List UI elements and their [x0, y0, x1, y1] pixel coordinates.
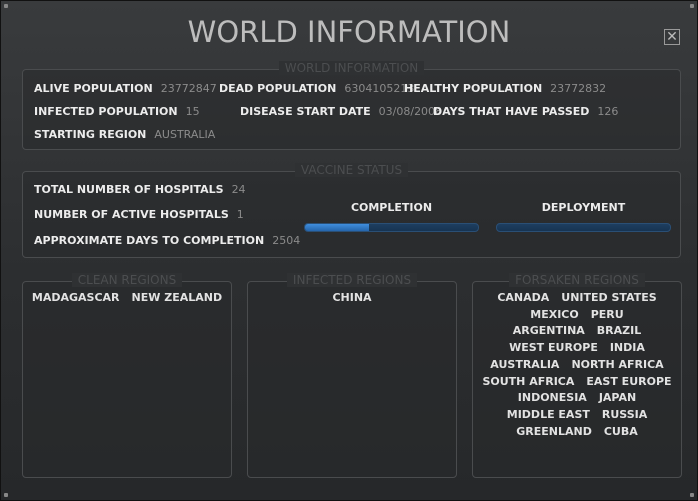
clean-regions-panel: CLEAN REGIONS MADAGASCAR NEW ZEALAND [22, 273, 232, 478]
region-name: PERU [590, 307, 624, 321]
region-name: WEST EUROPE [509, 341, 598, 355]
close-button[interactable]: ✕ [664, 29, 680, 45]
infected-regions-list: CHINA [248, 290, 456, 307]
region-line: ARGENTINA BRAZIL [473, 323, 681, 340]
active-hospitals: NUMBER OF ACTIVE HOSPITALS 1 [34, 208, 244, 222]
region-name: CHINA [332, 291, 372, 304]
forsaken-regions-legend: FORSAKEN REGIONS [473, 273, 681, 287]
infected-regions-panel: INFECTED REGIONS CHINA [247, 273, 457, 478]
window-corner [4, 4, 8, 8]
days-passed-label: DAYS THAT HAVE PASSED [433, 105, 590, 118]
region-line: AUSTRALIA NORTH AFRICA [473, 357, 681, 374]
region-name: INDONESIA [517, 391, 587, 405]
infected-population-label: INFECTED POPULATION [34, 105, 178, 118]
region-line: WEST EUROPE INDIA [473, 340, 681, 357]
days-to-completion-value: 2504 [272, 234, 301, 247]
infected-population-value: 15 [185, 105, 200, 118]
region-name: CANADA [497, 291, 550, 304]
days-passed-value: 126 [597, 105, 619, 118]
forsaken-regions-list: CANADA UNITED STATES MEXICO PERU ARGENTINA BR… [473, 290, 681, 440]
alive-population: ALIVE POPULATION 23772847 [34, 82, 217, 96]
region-line: MEXICO PERU [473, 307, 681, 324]
total-hospitals-label: TOTAL NUMBER OF HOSPITALS [34, 183, 224, 196]
deployment-progress-bar [496, 223, 671, 232]
healthy-population: HEALTHY POPULATION 23772832 [404, 82, 606, 96]
active-hospitals-value: 1 [236, 208, 244, 221]
region-name: MIDDLE EAST [506, 407, 590, 421]
region-name: NEW ZEALAND [131, 291, 223, 304]
region-name: GREENLAND [516, 424, 592, 438]
total-hospitals-value: 24 [231, 183, 246, 196]
infected-population: INFECTED POPULATION 15 [34, 105, 200, 119]
region-line: CHINA [248, 290, 456, 307]
world-information-legend: WORLD INFORMATION [23, 61, 680, 75]
region-line: CANADA UNITED STATES [473, 290, 681, 307]
close-icon: ✕ [666, 29, 678, 45]
region-name: INDIA [609, 341, 645, 355]
forsaken-regions-panel: FORSAKEN REGIONS CANADA UNITED STATES MEXI… [472, 273, 682, 478]
dead-population: DEAD POPULATION 6304105213 [219, 82, 414, 96]
disease-start-date-label: DISEASE START DATE [240, 105, 371, 118]
region-name: JAPAN [598, 391, 637, 405]
region-line: MIDDLE EAST RUSSIA [473, 407, 681, 424]
vaccine-status-panel: VACCINE STATUS TOTAL NUMBER OF HOSPITALS… [22, 163, 681, 258]
region-name: RUSSIA [601, 407, 648, 421]
region-name: EAST EUROPE [586, 374, 672, 388]
region-line: GREENLAND CUBA [473, 424, 681, 441]
days-passed: DAYS THAT HAVE PASSED 126 [433, 105, 618, 119]
window-corner [690, 4, 694, 8]
region-name: UNITED STATES [561, 291, 657, 304]
region-line: SOUTH AFRICA EAST EUROPE [473, 374, 681, 391]
region-name: MADAGASCAR [31, 291, 120, 304]
completion-progress-fill [305, 224, 369, 231]
clean-regions-legend: CLEAN REGIONS [23, 273, 231, 287]
total-hospitals: TOTAL NUMBER OF HOSPITALS 24 [34, 183, 246, 197]
region-name: ARGENTINA [512, 324, 585, 338]
region-name: SOUTH AFRICA [482, 374, 575, 388]
window-corner [690, 493, 694, 497]
healthy-population-value: 23772832 [550, 82, 607, 95]
active-hospitals-label: NUMBER OF ACTIVE HOSPITALS [34, 208, 229, 221]
disease-start-date: DISEASE START DATE 03/08/2008 [240, 105, 442, 119]
infected-regions-legend: INFECTED REGIONS [248, 273, 456, 287]
starting-region: STARTING REGION AUSTRALIA [34, 128, 215, 142]
vaccine-status-legend: VACCINE STATUS [23, 163, 680, 177]
completion-label: COMPLETION [350, 201, 433, 214]
region-name: BRAZIL [596, 324, 642, 338]
region-name: CUBA [603, 424, 638, 438]
window-title: WORLD INFORMATION [187, 15, 511, 49]
days-to-completion: APPROXIMATE DAYS TO COMPLETION 2504 [34, 234, 300, 248]
alive-population-label: ALIVE POPULATION [34, 82, 153, 95]
region-line: INDONESIA JAPAN [473, 390, 681, 407]
completion-progress-bar [304, 223, 479, 232]
deployment-label: DEPLOYMENT [541, 201, 626, 214]
region-name: MEXICO [530, 307, 579, 321]
world-information-panel: WORLD INFORMATION ALIVE POPULATION 237728… [22, 61, 681, 150]
starting-region-label: STARTING REGION [34, 128, 147, 141]
region-name: NORTH AFRICA [571, 357, 664, 371]
dead-population-label: DEAD POPULATION [219, 82, 337, 95]
days-to-completion-label: APPROXIMATE DAYS TO COMPLETION [34, 234, 265, 247]
region-line: MADAGASCAR NEW ZEALAND [23, 290, 231, 307]
window-corner [4, 493, 8, 497]
healthy-population-label: HEALTHY POPULATION [404, 82, 543, 95]
alive-population-value: 23772847 [160, 82, 217, 95]
starting-region-value: AUSTRALIA [154, 128, 216, 141]
clean-regions-list: MADAGASCAR NEW ZEALAND [23, 290, 231, 307]
region-name: AUSTRALIA [490, 357, 560, 371]
world-information-window: WORLD INFORMATION ✕ WORLD INFORMATION AL… [0, 0, 698, 501]
